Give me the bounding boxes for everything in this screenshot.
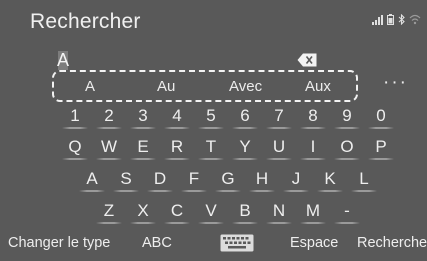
key-label: Z — [103, 201, 115, 220]
key[interactable]: Q — [62, 136, 88, 160]
key[interactable]: J — [283, 168, 309, 192]
suggestion-item[interactable]: Aux — [305, 78, 331, 95]
key[interactable]: 1 — [62, 105, 88, 129]
status-bar — [372, 14, 421, 25]
key[interactable]: H — [249, 168, 275, 192]
key[interactable]: O — [334, 136, 360, 160]
change-type-button[interactable]: Changer le type — [8, 235, 110, 251]
key[interactable]: Z — [96, 200, 122, 224]
key-label: 1 — [70, 106, 80, 125]
key[interactable]: P — [368, 136, 394, 160]
key-label: W — [100, 137, 118, 156]
key-label: L — [359, 169, 369, 188]
key[interactable]: X — [130, 200, 156, 224]
more-suggestions-button[interactable]: ··· — [383, 72, 408, 94]
key-label: N — [272, 201, 286, 220]
key[interactable]: 0 — [368, 105, 394, 129]
keyboard-row-asdf: A S D F G H J K L — [0, 168, 427, 192]
key-label: R — [170, 137, 184, 156]
space-button[interactable]: Espace — [290, 235, 338, 251]
key[interactable]: R — [164, 136, 190, 160]
key-label: C — [170, 201, 184, 220]
key-label: M — [305, 201, 321, 220]
signal-icon — [372, 15, 383, 25]
key-label: Y — [239, 137, 251, 156]
keyboard-row-qwerty: Q W E R T Y U I O P — [0, 136, 427, 160]
key-label: 3 — [138, 106, 148, 125]
key[interactable]: 4 — [164, 105, 190, 129]
key[interactable]: 8 — [300, 105, 326, 129]
bluetooth-icon — [398, 14, 405, 25]
key-label: D — [153, 169, 167, 188]
key[interactable]: 6 — [232, 105, 258, 129]
key[interactable]: G — [215, 168, 241, 192]
search-screen: Rechercher A A Au Avec Aux ··· 1 2 3 4 5… — [0, 0, 427, 261]
key-label: 2 — [104, 106, 114, 125]
key-label: S — [120, 169, 132, 188]
key-label: H — [255, 169, 269, 188]
key[interactable]: 7 — [266, 105, 292, 129]
key[interactable]: E — [130, 136, 156, 160]
key-label: 9 — [342, 106, 352, 125]
key-label: O — [340, 137, 354, 156]
key-label: 8 — [308, 106, 318, 125]
key[interactable]: 2 — [96, 105, 122, 129]
key-label: I — [310, 137, 316, 156]
keyboard-row-zxcv: Z X C V B N M - — [0, 200, 427, 224]
key[interactable]: B — [232, 200, 258, 224]
key-label: 6 — [240, 106, 250, 125]
key[interactable]: U — [266, 136, 292, 160]
key[interactable]: 9 — [334, 105, 360, 129]
key-label: - — [344, 201, 350, 220]
suggestion-item[interactable]: A — [85, 78, 95, 95]
key[interactable]: N — [266, 200, 292, 224]
key-label: X — [137, 201, 149, 220]
key[interactable]: - — [334, 200, 360, 224]
keyboard-row-digits: 1 2 3 4 5 6 7 8 9 0 — [0, 105, 427, 129]
suggestion-item[interactable]: Au — [157, 78, 175, 95]
key-label: U — [272, 137, 286, 156]
key[interactable]: C — [164, 200, 190, 224]
key[interactable]: V — [198, 200, 224, 224]
suggestion-item[interactable]: Avec — [229, 78, 262, 95]
keyboard-icon[interactable] — [220, 234, 254, 252]
key[interactable]: M — [300, 200, 326, 224]
key[interactable]: S — [113, 168, 139, 192]
key-label: 5 — [206, 106, 216, 125]
abc-mode-button[interactable]: ABC — [142, 235, 172, 251]
key[interactable]: F — [181, 168, 207, 192]
key-label: J — [291, 169, 301, 188]
key-label: B — [239, 201, 251, 220]
key-label: T — [205, 137, 217, 156]
key[interactable]: Y — [232, 136, 258, 160]
key[interactable]: 5 — [198, 105, 224, 129]
key[interactable]: L — [351, 168, 377, 192]
key-label: 4 — [172, 106, 182, 125]
page-title: Rechercher — [30, 10, 141, 33]
key-label: E — [137, 137, 149, 156]
search-input-value: A — [57, 50, 70, 70]
wifi-icon — [409, 14, 421, 25]
key[interactable]: K — [317, 168, 343, 192]
key[interactable]: I — [300, 136, 326, 160]
key[interactable]: A — [79, 168, 105, 192]
key-label: G — [221, 169, 235, 188]
key-label: K — [324, 169, 336, 188]
key-label: V — [205, 201, 217, 220]
key-label: 0 — [376, 106, 386, 125]
key-label: P — [375, 137, 387, 156]
battery-icon — [387, 14, 394, 25]
key[interactable]: D — [147, 168, 173, 192]
key[interactable]: 3 — [130, 105, 156, 129]
key[interactable]: T — [198, 136, 224, 160]
key-label: A — [86, 169, 98, 188]
key-label: F — [188, 169, 200, 188]
key[interactable]: W — [96, 136, 122, 160]
key-label: Q — [68, 137, 82, 156]
backspace-icon[interactable] — [297, 53, 317, 67]
search-button[interactable]: Rechercher — [357, 235, 427, 251]
key-label: 7 — [274, 106, 284, 125]
